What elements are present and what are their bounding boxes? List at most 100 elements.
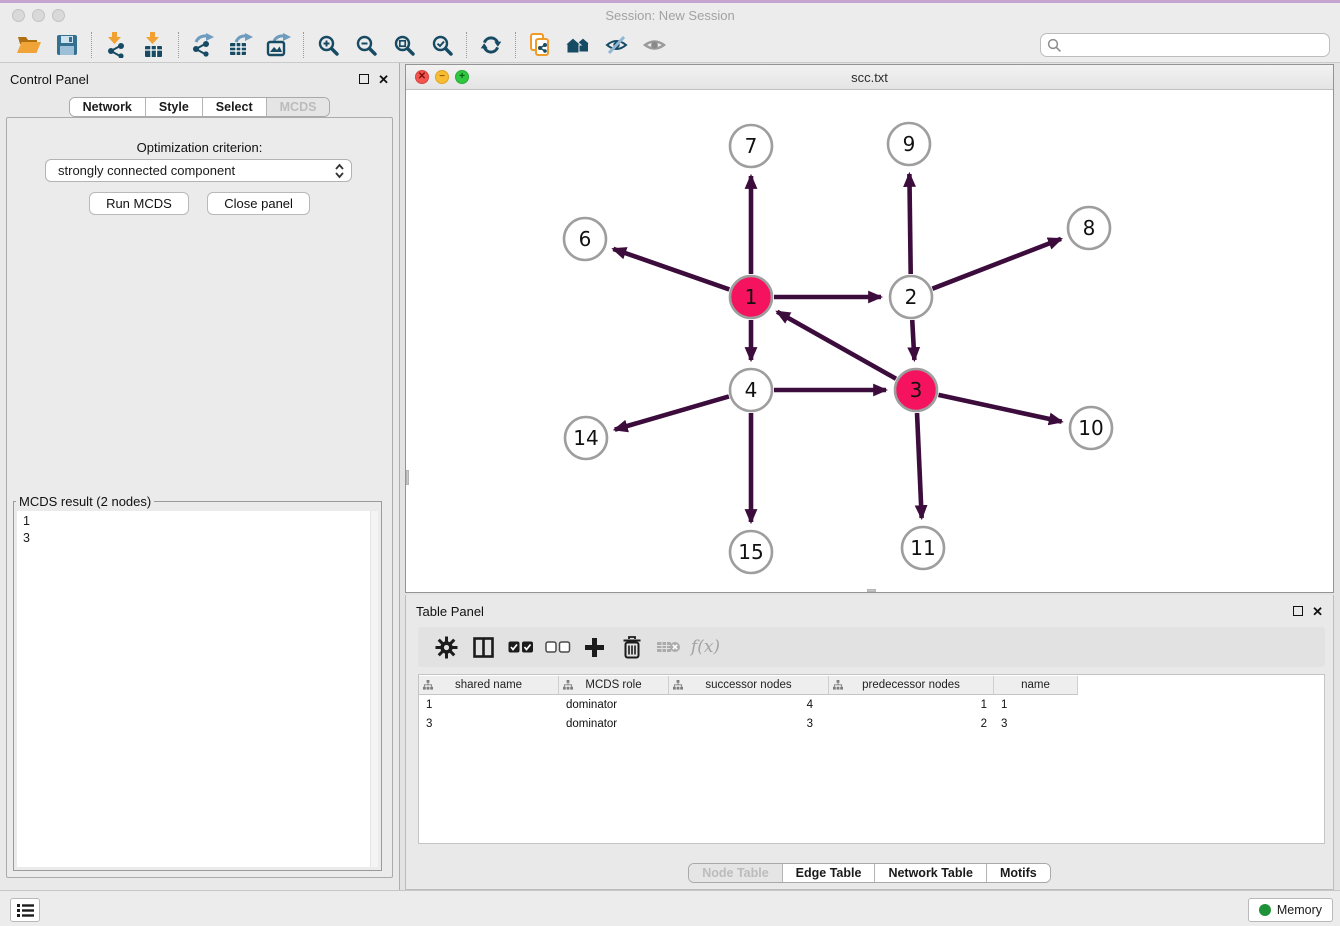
toolbar-separator (178, 32, 179, 58)
tab-select[interactable]: Select (202, 98, 266, 116)
split-panel-button[interactable] (465, 631, 502, 663)
apply-function-button[interactable]: f(x) (687, 631, 724, 663)
criterion-select[interactable]: strongly connected component (45, 159, 352, 182)
table-row[interactable]: 1dominator411 (419, 697, 1078, 714)
zoom-fit-icon (393, 34, 415, 56)
graph-edge-1-6[interactable] (613, 249, 729, 290)
tab-network[interactable]: Network (70, 98, 145, 116)
zoom-out-icon (355, 34, 377, 56)
app-titlebar: Session: New Session (0, 3, 1340, 27)
table-tab-node-table[interactable]: Node Table (689, 864, 781, 882)
gear-icon (435, 636, 458, 659)
delete-table-button[interactable] (650, 631, 687, 663)
graph-edge-2-9[interactable] (909, 174, 910, 274)
graph-node-1[interactable]: 1 (730, 276, 772, 318)
table-cell[interactable]: dominator (559, 697, 669, 714)
graph-node-15[interactable]: 15 (730, 531, 772, 573)
table-cell[interactable]: 1 (419, 697, 559, 714)
zoom-fit-button[interactable] (385, 30, 423, 60)
vertical-scroll-thumb[interactable] (406, 470, 409, 485)
run-mcds-button[interactable]: Run MCDS (89, 192, 189, 215)
table-row[interactable]: 3dominator323 (419, 716, 1078, 733)
zoom-out-button[interactable] (347, 30, 385, 60)
mcds-result-textarea[interactable]: 1 3 (17, 511, 378, 867)
memory-button[interactable]: Memory (1248, 898, 1333, 922)
graph-edge-3-10[interactable] (938, 395, 1061, 422)
graph-edge-2-3[interactable] (912, 320, 914, 360)
graph-node-7[interactable]: 7 (730, 125, 772, 167)
add-column-button[interactable] (576, 631, 613, 663)
cytopanel-toggle-button[interactable] (10, 898, 40, 922)
table-cell[interactable]: 1 (994, 697, 1078, 714)
graph-edge-3-1[interactable] (777, 312, 896, 379)
graph-node-8[interactable]: 8 (1068, 207, 1110, 249)
network-canvas[interactable]: 7 9 6 8 1 2 4 3 14 10 15 11 (406, 90, 1333, 592)
column-header-shared-name[interactable]: shared name (419, 676, 559, 694)
table-cell[interactable]: 4 (669, 697, 829, 714)
show-eye-icon (643, 34, 666, 56)
graph-node-4[interactable]: 4 (730, 369, 772, 411)
plus-icon (584, 637, 605, 658)
graph-node-11[interactable]: 11 (902, 527, 944, 569)
network-window-titlebar[interactable]: ✕ − + scc.txt (406, 65, 1333, 90)
save-session-button[interactable] (48, 30, 86, 60)
float-panel-icon[interactable] (359, 74, 369, 84)
list-icon (16, 903, 35, 918)
column-header-successor-nodes[interactable]: successor nodes (669, 676, 829, 694)
export-network-button[interactable] (184, 30, 222, 60)
node-table[interactable]: shared nameMCDS rolesuccessor nodesprede… (418, 674, 1325, 844)
graph-edge-4-14[interactable] (615, 396, 729, 429)
graph-edge-2-8[interactable] (932, 239, 1061, 289)
show-hidden-button[interactable] (635, 30, 673, 60)
export-image-button[interactable] (260, 30, 298, 60)
svg-text:7: 7 (745, 134, 758, 158)
graph-node-10[interactable]: 10 (1070, 407, 1112, 449)
export-table-button[interactable] (222, 30, 260, 60)
open-session-button[interactable] (10, 30, 48, 60)
hide-selected-button[interactable] (597, 30, 635, 60)
graph-node-6[interactable]: 6 (564, 218, 606, 260)
graph-edge-3-11[interactable] (917, 413, 922, 518)
table-cell[interactable]: 2 (829, 716, 994, 733)
table-cell[interactable]: 3 (994, 716, 1078, 733)
zoom-selected-button[interactable] (423, 30, 461, 60)
select-all-button[interactable] (502, 631, 539, 663)
table-tab-motifs[interactable]: Motifs (986, 864, 1050, 882)
column-header-name[interactable]: name (994, 676, 1078, 694)
refresh-view-button[interactable] (472, 30, 510, 60)
export-table-icon (228, 33, 255, 57)
clone-network-button[interactable] (521, 30, 559, 60)
column-header-MCDS-role[interactable]: MCDS role (559, 676, 669, 694)
table-settings-button[interactable] (428, 631, 465, 663)
table-tab-edge-table[interactable]: Edge Table (782, 864, 875, 882)
table-cell[interactable]: 3 (419, 716, 559, 733)
zoom-in-button[interactable] (309, 30, 347, 60)
result-scrollbar[interactable] (370, 511, 378, 867)
graph-node-2[interactable]: 2 (890, 276, 932, 318)
float-table-panel-icon[interactable] (1293, 606, 1303, 616)
network-graph: 7 9 6 8 1 2 4 3 14 10 15 11 (406, 90, 1333, 592)
delete-column-button[interactable] (613, 631, 650, 663)
table-cell[interactable]: 3 (669, 716, 829, 733)
close-table-panel-icon[interactable]: ✕ (1312, 605, 1323, 618)
graph-node-9[interactable]: 9 (888, 123, 930, 165)
tab-style[interactable]: Style (145, 98, 202, 116)
table-cell[interactable]: dominator (559, 716, 669, 733)
horizontal-scroll-thumb[interactable] (867, 589, 876, 592)
close-panel-button[interactable]: Close panel (207, 192, 310, 215)
graph-node-3[interactable]: 3 (895, 369, 937, 411)
tab-mcds[interactable]: MCDS (266, 98, 330, 116)
graph-node-14[interactable]: 14 (565, 417, 607, 459)
column-header-predecessor-nodes[interactable]: predecessor nodes (829, 676, 994, 694)
table-cell[interactable]: 1 (829, 697, 994, 714)
close-panel-icon[interactable]: ✕ (378, 73, 389, 86)
search-input[interactable] (1040, 33, 1330, 57)
function-icon: f(x) (691, 637, 720, 657)
deselect-all-button[interactable] (539, 631, 576, 663)
import-network-button[interactable] (97, 30, 135, 60)
network-view-window: ✕ − + scc.txt 7 9 6 8 1 2 4 3 14 10 15 11 (405, 64, 1334, 593)
import-table-button[interactable] (135, 30, 173, 60)
table-tab-network-table[interactable]: Network Table (874, 864, 986, 882)
control-panel-header: Control Panel ✕ (0, 63, 399, 95)
show-all-button[interactable] (559, 30, 597, 60)
